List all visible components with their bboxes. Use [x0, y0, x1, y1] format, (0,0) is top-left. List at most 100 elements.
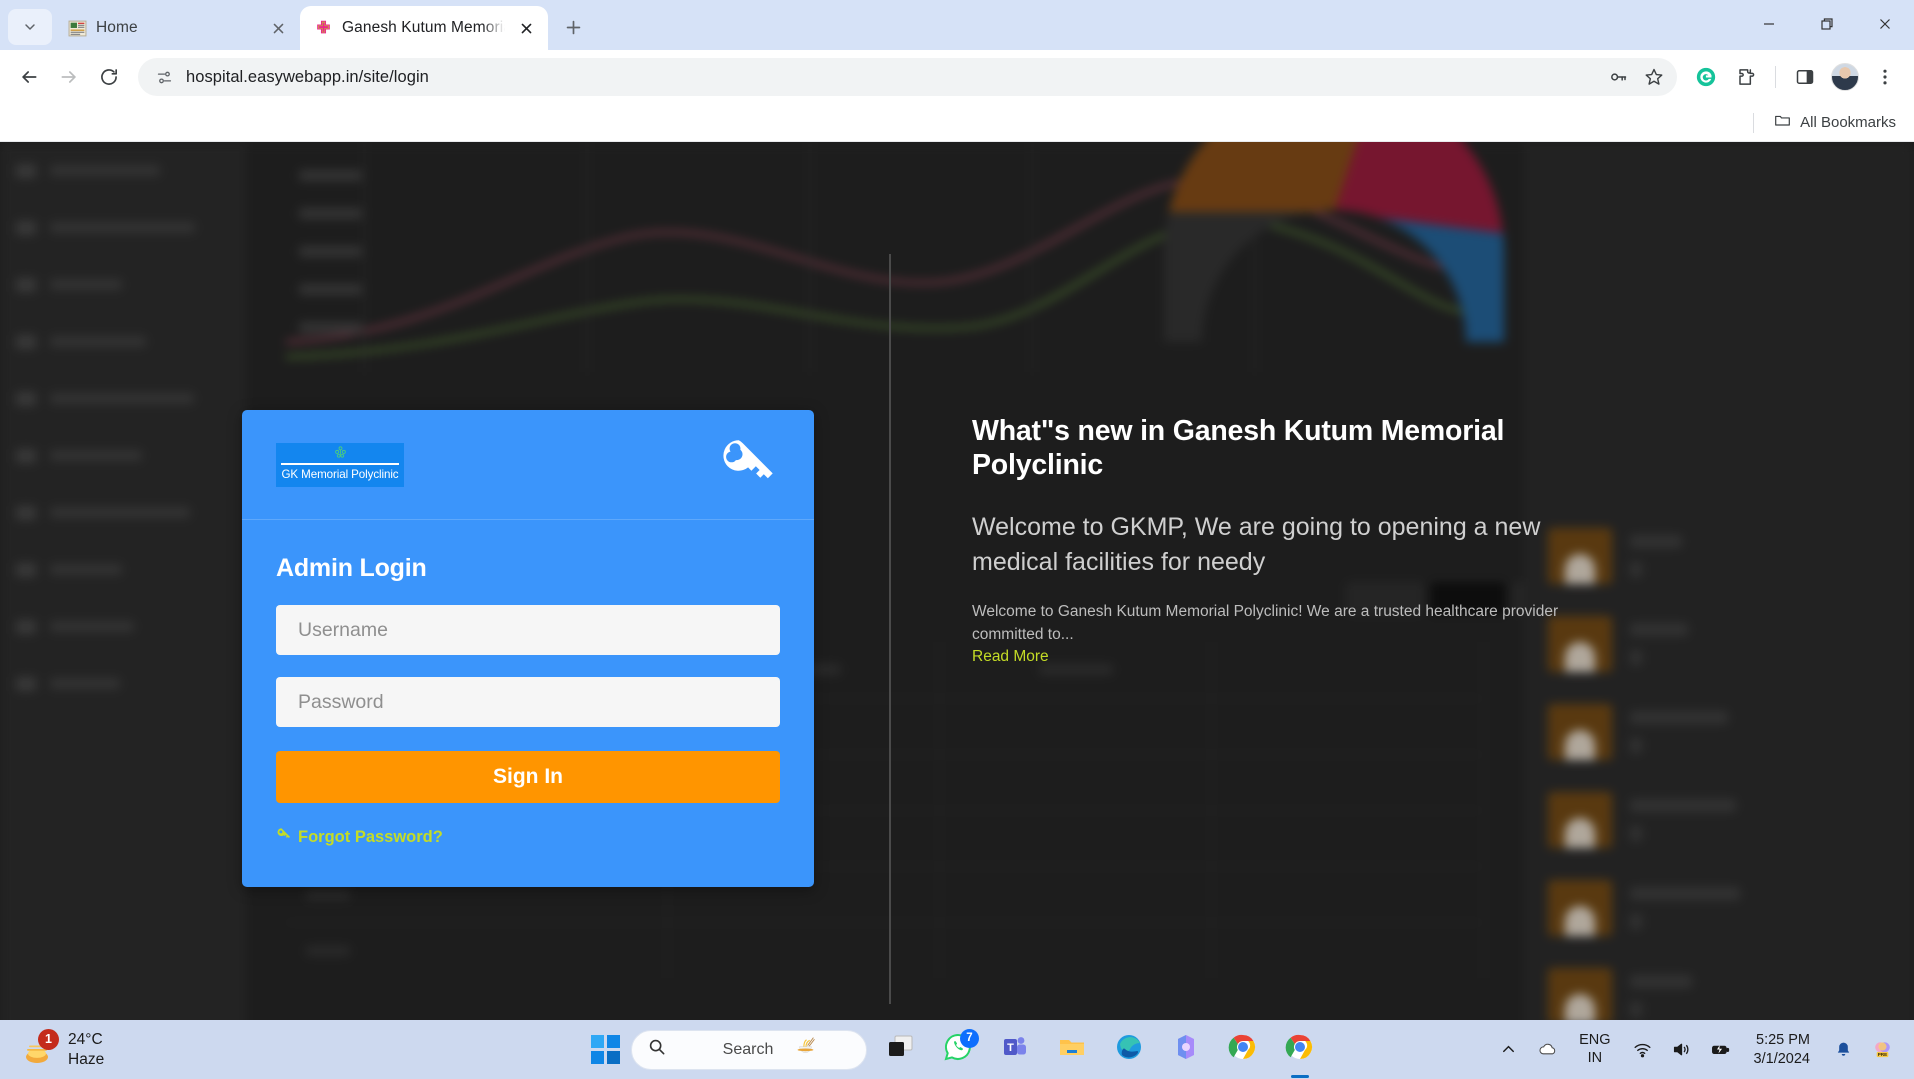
address-bar[interactable]: hospital.easywebapp.in/site/login — [138, 58, 1677, 96]
tab-ganesh-kutum-memorial-polyclinic[interactable]: Ganesh Kutum Memorial Polycli — [300, 6, 548, 50]
teams-icon: T — [1000, 1032, 1030, 1067]
task-view-icon — [886, 1032, 916, 1067]
windows-start-icon[interactable] — [591, 1035, 620, 1064]
forgot-password-label: Forgot Password? — [298, 827, 443, 846]
weather-temperature: 24°C — [68, 1030, 103, 1048]
tab-close-button[interactable] — [514, 16, 538, 40]
bookmarks-bar: All Bookmarks — [0, 104, 1914, 142]
chrome-icon — [1228, 1032, 1258, 1067]
bell-icon[interactable] — [1826, 1028, 1861, 1072]
all-bookmarks-button[interactable]: All Bookmarks — [1768, 108, 1902, 137]
chrome-icon — [1285, 1032, 1315, 1067]
key-icon — [276, 827, 291, 847]
sign-in-button[interactable]: Sign In — [276, 751, 780, 803]
extensions-puzzle-icon[interactable] — [1727, 58, 1765, 96]
google-chrome-active-button[interactable] — [1277, 1027, 1323, 1073]
maximize-restore-button[interactable] — [1798, 0, 1856, 48]
tab-strip: Home Ganesh Kutum Memorial Polycli — [0, 0, 1914, 50]
file-explorer-button[interactable] — [1049, 1027, 1095, 1073]
weather-condition: Haze — [68, 1050, 105, 1068]
login-modal-header: GK Memorial Polyclinic — [242, 410, 814, 520]
chrome-browser-window: Home Ganesh Kutum Memorial Polycli — [0, 0, 1914, 1079]
weather-haze-icon: 1 — [22, 1028, 59, 1067]
language-line-2: IN — [1587, 1049, 1603, 1066]
search-icon — [648, 1038, 711, 1061]
microsoft-365-button[interactable] — [1163, 1027, 1209, 1073]
svg-text:T: T — [1007, 1042, 1014, 1054]
speaker-icon[interactable] — [1664, 1028, 1699, 1072]
back-button[interactable] — [10, 58, 48, 96]
whats-new-subtitle: Welcome to GKMP, We are going to opening… — [972, 513, 1541, 576]
language-line-1: ENG — [1579, 1031, 1611, 1048]
close-button[interactable] — [1856, 0, 1914, 48]
windows-taskbar: 1 24°C Haze Search 7 T ENG IN 5:25 PM 3/… — [0, 1020, 1914, 1079]
bookmarks-divider — [1753, 112, 1755, 133]
background-sidebar — [0, 142, 246, 1079]
clock-date: 3/1/2024 — [1753, 1050, 1810, 1067]
whats-new-title: What"s new in Ganesh Kutum Memorial Poly… — [972, 415, 1505, 482]
new-tab-button[interactable] — [556, 10, 590, 44]
folder-icon — [1774, 112, 1791, 133]
all-bookmarks-label: All Bookmarks — [1800, 114, 1896, 131]
news-favicon — [68, 19, 87, 38]
admin-login-modal: GK Memorial Polyclinic Admin Login Sign … — [242, 410, 814, 887]
microsoft-teams-button[interactable]: T — [992, 1027, 1038, 1073]
whats-new-body: Welcome to Ganesh Kutum Memorial Polycli… — [972, 603, 1559, 643]
taskbar-center-group: Search 7 T — [591, 1027, 1323, 1073]
password-input[interactable] — [276, 677, 780, 727]
page-viewport: What"s new in Ganesh Kutum Memorial Poly… — [0, 142, 1914, 1079]
forgot-password-link[interactable]: Forgot Password? — [276, 827, 443, 847]
whatsapp-button[interactable]: 7 — [935, 1027, 981, 1073]
read-more-link[interactable]: Read More — [972, 648, 1049, 666]
medical-cross-favicon — [314, 19, 333, 38]
weather-widget[interactable]: 1 24°C Haze — [0, 1028, 300, 1070]
tab-home[interactable]: Home — [54, 6, 300, 50]
tab-search-button[interactable] — [8, 9, 52, 45]
toolbar-divider — [1775, 66, 1776, 88]
battery-charging-icon[interactable] — [1703, 1028, 1738, 1072]
grammarly-icon[interactable] — [1687, 58, 1725, 96]
clinic-logo-text: GK Memorial Polyclinic — [281, 467, 399, 481]
url-text[interactable]: hospital.easywebapp.in/site/login — [178, 68, 1601, 87]
logo-rule — [281, 462, 399, 465]
medical-caduceus-icon — [333, 445, 348, 461]
window-controls — [1740, 0, 1914, 48]
folder-icon — [1057, 1032, 1087, 1067]
copilot-pre-icon[interactable]: PRE — [1865, 1028, 1900, 1072]
chevron-up-icon[interactable] — [1491, 1028, 1526, 1072]
bookmark-star-icon[interactable] — [1637, 60, 1671, 94]
clock-time: 5:25 PM — [1756, 1031, 1810, 1048]
svg-text:PRE: PRE — [1878, 1052, 1888, 1057]
reload-button[interactable] — [90, 58, 128, 96]
clinic-logo: GK Memorial Polyclinic — [276, 442, 404, 487]
page-title: Admin Login — [276, 554, 427, 582]
tab-close-button[interactable] — [266, 16, 290, 40]
forward-button[interactable] — [50, 58, 88, 96]
cloud-icon[interactable] — [1530, 1028, 1565, 1072]
taskbar-search-box[interactable]: Search — [631, 1029, 867, 1070]
wifi-icon[interactable] — [1625, 1028, 1660, 1072]
login-modal-body: Admin Login Sign In Forgot Password? — [242, 520, 814, 887]
background-donut-chart — [1164, 142, 1504, 342]
clock[interactable]: 5:25 PM 3/1/2024 — [1742, 1031, 1822, 1069]
profile-avatar[interactable] — [1826, 58, 1864, 96]
three-dot-menu-icon[interactable] — [1866, 58, 1904, 96]
edge-icon — [1114, 1032, 1144, 1067]
noodles-icon — [797, 1035, 860, 1065]
system-tray: ENG IN 5:25 PM 3/1/2024 PRE — [1491, 1028, 1900, 1072]
minimize-button[interactable] — [1740, 0, 1798, 48]
microsoft-365-icon — [1171, 1032, 1201, 1067]
side-panel-icon[interactable] — [1786, 58, 1824, 96]
vertical-divider — [889, 254, 891, 1004]
microsoft-edge-button[interactable] — [1106, 1027, 1152, 1073]
tab-title: Ganesh Kutum Memorial Polycli — [342, 19, 505, 36]
language-indicator[interactable]: ENG IN — [1569, 1032, 1620, 1067]
username-input[interactable] — [276, 605, 780, 655]
site-settings-icon[interactable] — [150, 63, 178, 91]
weather-badge: 1 — [38, 1028, 59, 1050]
task-view-button[interactable] — [878, 1027, 924, 1073]
password-manager-icon[interactable] — [1601, 60, 1635, 94]
key-icon — [716, 433, 780, 497]
google-chrome-button[interactable] — [1220, 1027, 1266, 1073]
whats-new-panel: What"s new in Ganesh Kutum Memorial Poly… — [972, 414, 1592, 666]
